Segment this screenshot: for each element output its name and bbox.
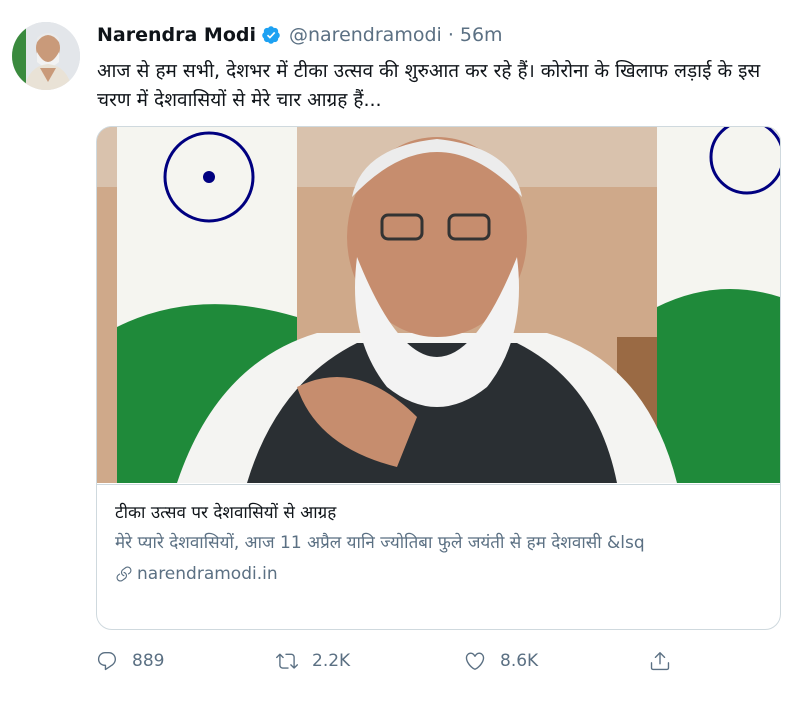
avatar-photo bbox=[12, 22, 80, 90]
retweet-count: 2.2K bbox=[312, 651, 351, 671]
like-count: 8.6K bbox=[500, 651, 539, 671]
retweet-button[interactable]: 2.2K bbox=[276, 650, 350, 672]
author-handle[interactable]: @narendramodi bbox=[289, 24, 442, 46]
retweet-icon bbox=[276, 653, 298, 669]
tweet-header: Narendra Modi @narendramodi · 56m bbox=[97, 22, 503, 48]
tweet-timestamp[interactable]: 56m bbox=[460, 24, 503, 46]
card-info: टीका उत्सव पर देशवासियों से आग्रह मेरे प… bbox=[97, 484, 780, 629]
card-domain-text: narendramodi.in bbox=[137, 564, 278, 584]
reply-button[interactable]: 889 bbox=[96, 650, 164, 672]
share-button[interactable] bbox=[649, 650, 685, 672]
like-icon bbox=[465, 652, 485, 670]
like-button[interactable]: 8.6K bbox=[464, 650, 538, 672]
reply-count: 889 bbox=[132, 651, 165, 671]
verified-badge-icon bbox=[262, 26, 280, 44]
separator-dot: · bbox=[447, 24, 454, 46]
card-domain: narendramodi.in bbox=[115, 564, 762, 584]
avatar[interactable] bbox=[12, 22, 80, 90]
tweet-text: आज से हम सभी, देशभर में टीका उत्सव की शु… bbox=[97, 60, 761, 111]
card-description: मेरे प्यारे देशवासियों, आज 11 अप्रैल यान… bbox=[115, 533, 645, 553]
tweet-actions: 889 2.2K 8.6K bbox=[96, 650, 696, 674]
link-icon bbox=[116, 566, 132, 582]
author-name[interactable]: Narendra Modi bbox=[97, 24, 256, 46]
share-icon bbox=[650, 652, 670, 671]
card-title: टीका उत्सव पर देशवासियों से आग्रह bbox=[115, 503, 337, 523]
link-card[interactable]: टीका उत्सव पर देशवासियों से आग्रह मेरे प… bbox=[96, 126, 781, 630]
reply-icon bbox=[97, 652, 117, 671]
article-photo bbox=[97, 127, 780, 483]
